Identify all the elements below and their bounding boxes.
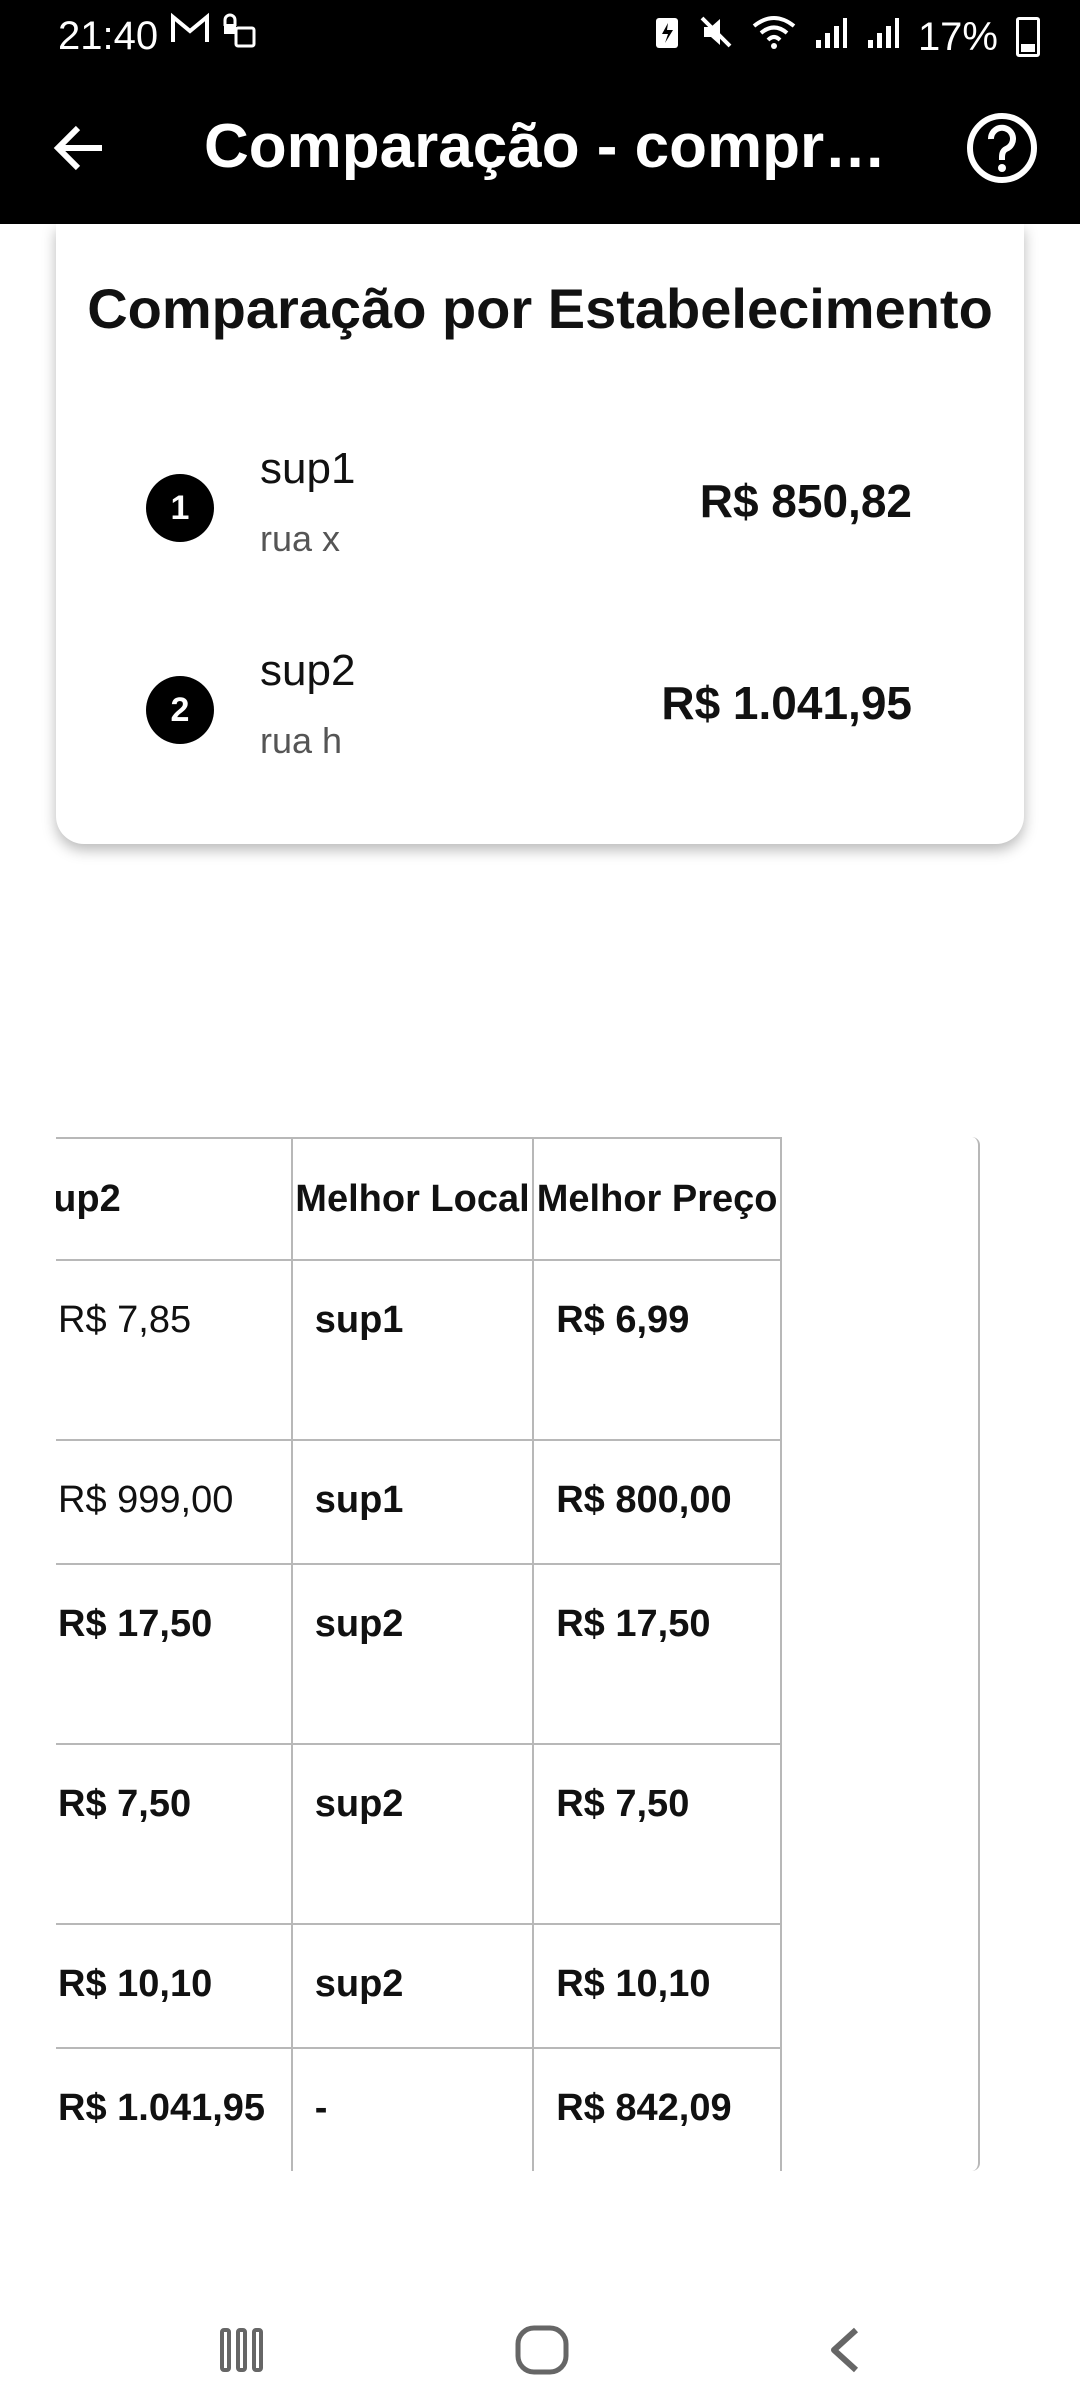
- sup2-price-cell: R$ 7,85: [56, 1259, 293, 1441]
- table-row: R$ 7,50 sup2 R$ 7,50: [56, 1743, 782, 1925]
- best-price-cell: R$ 6,99: [532, 1259, 782, 1441]
- table-row: R$ 17,50 sup2 R$ 17,50: [56, 1563, 782, 1745]
- battery-saver-icon: [654, 14, 680, 60]
- column-header: Melhor Preço: [532, 1137, 782, 1261]
- recent-apps-button[interactable]: [202, 2310, 282, 2390]
- table-row: R$ 10,10 sup2 R$ 10,10: [56, 1923, 782, 2049]
- column-header: Melhor Local: [290, 1137, 535, 1261]
- page-title: Comparação - compra ...: [204, 112, 904, 181]
- help-button[interactable]: [964, 110, 1040, 186]
- comparison-title: Comparação por Estabelecimento: [87, 277, 993, 340]
- table-row: R$ 7,85 sup1 R$ 6,99: [56, 1259, 782, 1441]
- home-button[interactable]: [502, 2310, 582, 2390]
- app-bar: Comparação - compra ...: [0, 72, 1080, 224]
- battery-icon: [1016, 17, 1040, 57]
- sup2-price-cell: R$ 999,00: [56, 1439, 293, 1565]
- best-price-cell: R$ 7,50: [532, 1743, 782, 1925]
- help-circle-icon: [967, 113, 1037, 183]
- battery-percent: 17%: [917, 14, 998, 59]
- best-local-cell: sup1: [290, 1259, 535, 1441]
- table-row: R$ 999,00 sup1 R$ 800,00: [56, 1439, 782, 1565]
- signal-icon: [866, 15, 900, 60]
- store-total: R$ 1.041,95: [661, 677, 912, 729]
- store-address: rua h: [260, 720, 343, 761]
- lock-icon: [222, 12, 258, 61]
- best-price-cell: R$ 17,50: [532, 1563, 782, 1745]
- sup2-price-cell: R$ 17,50: [56, 1563, 293, 1745]
- price-table: sup2 Melhor Local Melhor Preço R$ 7,85 s…: [56, 1137, 782, 2171]
- best-local-cell: sup2: [290, 1563, 535, 1745]
- best-local-cell: sup2: [290, 1923, 535, 2049]
- wifi-icon: [752, 14, 796, 60]
- back-button[interactable]: [44, 112, 116, 184]
- sup2-total-cell: R$ 1.041,95: [56, 2047, 293, 2171]
- arrow-left-icon: [53, 125, 102, 171]
- best-price-cell: R$ 800,00: [532, 1439, 782, 1565]
- store-total: R$ 850,82: [699, 475, 912, 527]
- back-nav-button[interactable]: [806, 2310, 886, 2390]
- sup2-price-cell: R$ 7,50: [56, 1743, 293, 1925]
- store-name: sup2: [260, 646, 356, 695]
- rank-badge: 1: [146, 474, 214, 542]
- store-row[interactable]: 1 sup1 rua x R$ 850,82: [56, 434, 1024, 564]
- best-local-cell: sup1: [290, 1439, 535, 1565]
- price-table-scroll[interactable]: sup2 Melhor Local Melhor Preço R$ 7,85 s…: [56, 1137, 980, 2171]
- best-price-total-cell: R$ 842,09: [532, 2047, 782, 2171]
- best-local-cell: sup2: [290, 1743, 535, 1925]
- best-price-cell: R$ 10,10: [532, 1923, 782, 2049]
- store-name: sup1: [260, 444, 356, 493]
- store-address: rua x: [260, 518, 341, 559]
- mute-icon: [698, 14, 734, 60]
- recent-apps-icon: [220, 2328, 263, 2372]
- store-row[interactable]: 2 sup2 rua h R$ 1.041,95: [56, 636, 1024, 766]
- status-bar: 21:40 17%: [0, 0, 1080, 72]
- best-local-cell: -: [290, 2047, 535, 2171]
- comparison-card: Comparação por Estabelecimento 1 sup1 ru…: [56, 224, 1024, 844]
- home-icon: [515, 2325, 569, 2375]
- column-header: sup2: [56, 1137, 293, 1261]
- status-icons: 17%: [654, 14, 1040, 60]
- table-row-total: R$ 1.041,95 - R$ 842,09: [56, 2047, 782, 2171]
- back-icon: [831, 2327, 859, 2373]
- status-time: 21:40: [58, 14, 159, 58]
- rank-badge: 2: [146, 676, 214, 744]
- sup2-price-cell: R$ 10,10: [56, 1923, 293, 2049]
- signal-icon: [814, 15, 848, 60]
- gmail-icon: [170, 12, 210, 55]
- table-header-row: sup2 Melhor Local Melhor Preço: [56, 1137, 782, 1261]
- system-nav-bar: [0, 2280, 1080, 2408]
